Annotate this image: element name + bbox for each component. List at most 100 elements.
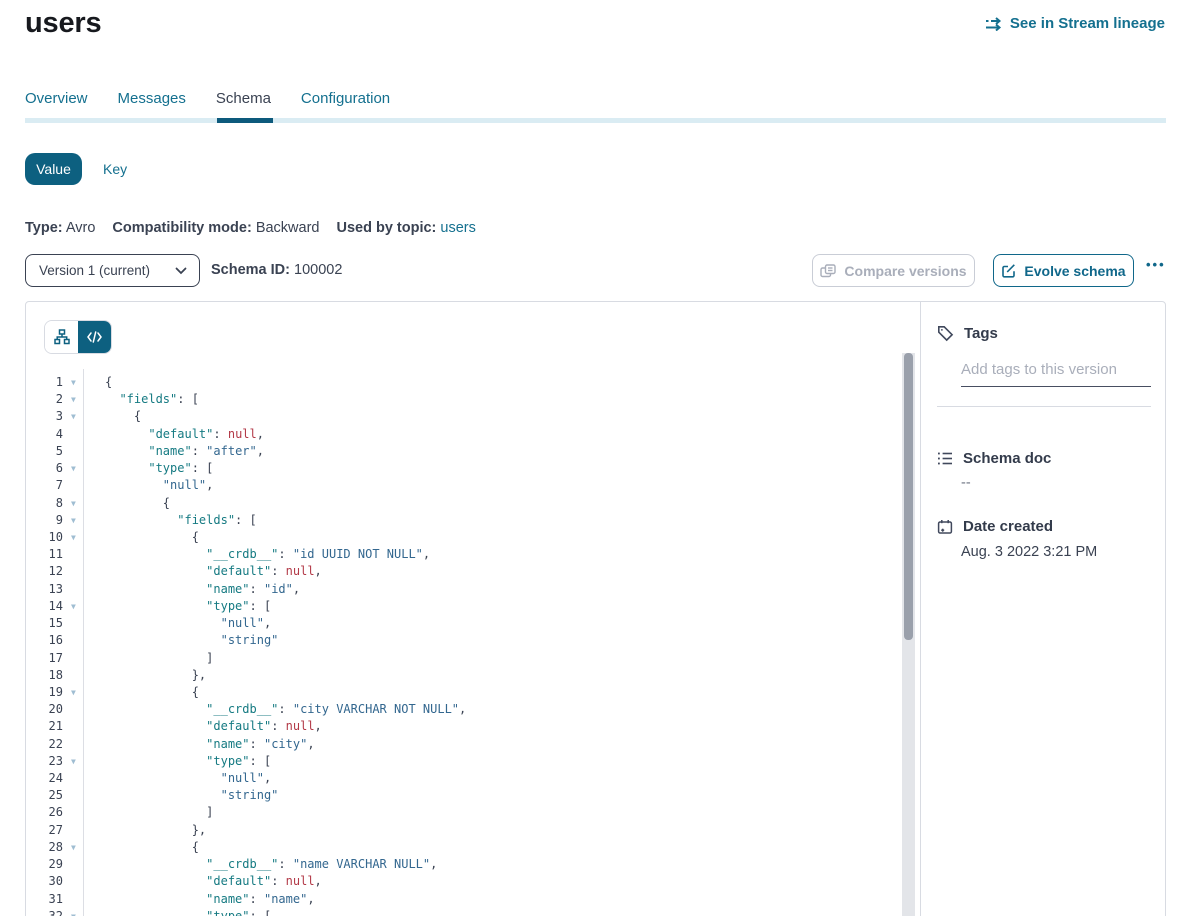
collapse-arrow-icon[interactable]: ▼ [71,495,83,512]
add-tags-input[interactable] [961,357,1151,387]
collapse-arrow-icon[interactable]: ▼ [71,391,83,408]
line-number: 17 [34,650,63,667]
tab-configuration[interactable]: Configuration [301,90,390,107]
code-text: { [105,408,141,425]
line-number: 14 [34,598,63,615]
line-number: 6 [34,460,63,477]
collapse-arrow-icon[interactable]: ▼ [71,598,83,615]
scrollbar-thumb[interactable] [904,353,913,640]
code-text: { [105,495,170,512]
code-text: "null", [105,477,213,494]
line-number: 24 [34,770,63,787]
line-number: 23 [34,753,63,770]
tags-section-heading: Tags [937,325,998,342]
code-text: "__crdb__": "name VARCHAR NULL", [105,856,437,873]
line-number: 5 [34,443,63,460]
code-text: "type": [ [105,460,213,477]
schema-panel: 1▼{2▼ "fields": [3▼ {4 "default": null,5… [25,301,1166,916]
type-value: Avro [66,220,96,236]
collapse-arrow-icon[interactable]: ▼ [71,460,83,477]
tag-icon [937,325,954,342]
code-text: "__crdb__": "city VARCHAR NOT NULL", [105,701,466,718]
edit-icon [1001,263,1016,278]
active-tab-indicator [217,118,273,123]
code-text: "default": null, [105,563,322,580]
code-text: "string" [105,632,278,649]
schema-sidebar: Tags Schema doc -- [921,302,1166,916]
code-text: "fields": [ [105,391,199,408]
evolve-schema-button[interactable]: Evolve schema [993,254,1134,287]
line-number: 2 [34,391,63,408]
collapse-arrow-icon[interactable]: ▼ [71,529,83,546]
calendar-plus-icon [937,519,953,535]
line-number: 30 [34,873,63,890]
code-text: }, [105,822,206,839]
line-number: 3 [34,408,63,425]
line-number: 32 [34,908,63,916]
code-text: "type": [ [105,753,271,770]
line-number: 25 [34,787,63,804]
line-number: 8 [34,495,63,512]
code-text: "name": "id", [105,581,300,598]
code-text: ] [105,804,213,821]
key-toggle-button[interactable]: Key [103,153,127,185]
tab-messages[interactable]: Messages [118,90,186,107]
code-text: "__crdb__": "id UUID NOT NULL", [105,546,430,563]
collapse-arrow-icon[interactable]: ▼ [71,839,83,856]
code-text: { [105,529,199,546]
collapse-arrow-icon[interactable]: ▼ [71,753,83,770]
code-text: "null", [105,770,271,787]
collapse-arrow-icon[interactable]: ▼ [71,684,83,701]
code-text: { [105,374,112,391]
value-toggle-button[interactable]: Value [25,153,82,185]
collapse-arrow-icon[interactable]: ▼ [71,408,83,425]
line-number: 9 [34,512,63,529]
line-number: 28 [34,839,63,856]
topic-link[interactable]: users [440,220,475,236]
used-by-topic-label: Used by topic: [336,220,436,236]
see-in-stream-lineage-link[interactable]: See in Stream lineage [985,15,1165,32]
stream-lineage-icon [985,17,1003,31]
code-text: "default": null, [105,873,322,890]
section-divider [937,406,1151,407]
code-view-button[interactable] [78,321,111,353]
line-number: 26 [34,804,63,821]
line-number: 29 [34,856,63,873]
tree-view-button[interactable] [45,321,78,353]
line-number: 4 [34,426,63,443]
compatibility-value: Backward [256,220,320,236]
collapse-arrow-icon[interactable]: ▼ [71,374,83,391]
schema-id: Schema ID: 100002 [211,262,342,278]
version-select[interactable]: Version 1 (current) [25,254,200,287]
line-number: 22 [34,736,63,753]
compare-versions-button[interactable]: Compare versions [812,254,975,287]
more-actions-button[interactable]: ••• [1146,257,1166,272]
tab-bar: Overview Messages Schema Configuration [25,90,390,107]
code-text: "type": [ [105,908,271,916]
line-number: 13 [34,581,63,598]
compare-versions-icon [820,264,836,278]
schema-doc-value: -- [961,475,971,491]
code-view-icon [87,331,102,343]
code-text: "fields": [ [105,512,257,529]
code-text: "default": null, [105,718,322,735]
code-text: "type": [ [105,598,271,615]
line-number: 19 [34,684,63,701]
schema-id-value: 100002 [294,262,342,278]
code-text: "default": null, [105,426,264,443]
tab-underline-strip [25,118,1166,123]
collapse-arrow-icon[interactable]: ▼ [71,908,83,916]
tab-overview[interactable]: Overview [25,90,88,107]
tab-schema[interactable]: Schema [216,90,271,107]
compatibility-label: Compatibility mode: [112,220,251,236]
collapse-arrow-icon[interactable]: ▼ [71,512,83,529]
version-select-value: Version 1 (current) [39,263,175,278]
line-number: 18 [34,667,63,684]
code-text: "null", [105,615,271,632]
line-number: 7 [34,477,63,494]
list-icon [937,451,953,466]
code-text: { [105,839,199,856]
code-text: }, [105,667,206,684]
code-text: "name": "city", [105,736,315,753]
chevron-down-icon [175,267,187,275]
